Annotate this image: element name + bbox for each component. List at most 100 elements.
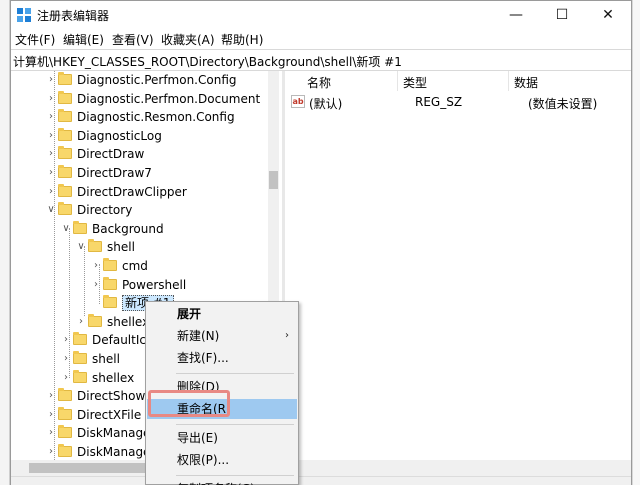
- address-bar[interactable]: 计算机\HKEY_CLASSES_ROOT\Directory\Backgrou…: [11, 49, 631, 71]
- chevron-right-icon[interactable]: ›: [91, 257, 101, 275]
- tree-scroll-thumb[interactable]: [269, 171, 278, 189]
- chevron-right-icon[interactable]: ›: [76, 313, 86, 331]
- folder-icon: [73, 351, 87, 364]
- context-menu-item[interactable]: 导出(E): [147, 428, 297, 448]
- tree-item[interactable]: › DiskManage: [49, 424, 151, 442]
- tree-item[interactable]: › DiagnosticLog: [49, 127, 162, 145]
- tree-item-label: DiskManage: [77, 426, 151, 441]
- tree-item[interactable]: › DirectDraw7: [49, 164, 152, 182]
- values-header: 名称 类型 数据: [285, 71, 631, 91]
- menu-edit[interactable]: 编辑(E): [63, 31, 104, 48]
- tree-item[interactable]: › DiskManage: [49, 443, 151, 460]
- chevron-right-icon[interactable]: ›: [46, 424, 56, 442]
- chevron-right-icon[interactable]: ›: [61, 350, 71, 368]
- context-menu-item[interactable]: 新建(N) ›: [147, 326, 297, 346]
- chevron-right-icon[interactable]: ›: [46, 387, 56, 405]
- close-button[interactable]: ✕: [585, 1, 631, 29]
- context-menu-item[interactable]: 权限(P)...: [147, 450, 297, 470]
- horizontal-scroll-thumb[interactable]: [29, 463, 149, 473]
- values-pane[interactable]: 名称 类型 数据 ab (默认) REG_SZ (数值未设置): [285, 71, 631, 460]
- chevron-right-icon[interactable]: ›: [46, 90, 56, 108]
- tree-item-label: DirectXFile: [77, 407, 142, 422]
- tree-item-label: Diagnostic.Perfmon.Document: [77, 91, 261, 106]
- tree-item-label: shellex: [107, 314, 150, 329]
- folder-icon: [58, 127, 72, 141]
- context-menu-item-label: 查找(F)...: [177, 351, 229, 365]
- horizontal-scrollbar[interactable]: [11, 460, 631, 476]
- chevron-right-icon[interactable]: ›: [46, 71, 56, 89]
- folder-icon: [58, 183, 72, 197]
- context-menu-item[interactable]: 查找(F)...: [147, 348, 297, 368]
- tree-item-label: DirectDrawClipper: [77, 184, 187, 199]
- tree-item[interactable]: › shellex: [64, 369, 134, 387]
- column-separator[interactable]: [397, 71, 398, 91]
- tree-item[interactable]: ∨ Background: [62, 220, 164, 238]
- chevron-right-icon[interactable]: ›: [46, 443, 56, 460]
- background-window-edge-right: [632, 0, 640, 485]
- menu-help[interactable]: 帮助(H): [221, 31, 263, 48]
- tree-item[interactable]: › cmd: [94, 257, 148, 275]
- folder-icon: [58, 388, 72, 402]
- tree-item[interactable]: › Diagnostic.Perfmon.Config: [49, 71, 237, 89]
- context-menu-item-label: 导出(E): [177, 431, 218, 445]
- tree-guide-line: [84, 246, 85, 316]
- address-path[interactable]: 计算机\HKEY_CLASSES_ROOT\Directory\Backgrou…: [13, 53, 402, 70]
- folder-icon: [103, 295, 117, 309]
- folder-icon: [88, 313, 102, 327]
- chevron-right-icon[interactable]: ›: [46, 406, 56, 424]
- tree-item-label: DiskManage: [77, 445, 151, 459]
- tree-item-label: DirectShow: [77, 389, 146, 404]
- tree-item[interactable]: › DirectDrawClipper: [49, 183, 187, 201]
- chevron-right-icon[interactable]: ›: [46, 108, 56, 126]
- folder-icon: [58, 444, 72, 457]
- chevron-right-icon[interactable]: ›: [46, 183, 56, 201]
- tree-item[interactable]: › shell: [64, 350, 120, 368]
- folder-icon: [58, 109, 72, 123]
- tree-item[interactable]: › Diagnostic.Resmon.Config: [49, 108, 235, 126]
- folder-icon: [58, 202, 72, 216]
- column-separator[interactable]: [508, 71, 509, 91]
- background-window-edge: [0, 0, 10, 485]
- tree-item-label: DirectDraw: [77, 147, 145, 162]
- title-bar: 注册表编辑器 — ☐ ✕: [11, 1, 631, 29]
- tree-item[interactable]: › Diagnostic.Perfmon.Document: [49, 90, 261, 108]
- context-menu-item-label: 新建(N): [177, 329, 220, 343]
- chevron-right-icon[interactable]: ›: [46, 164, 56, 182]
- chevron-right-icon[interactable]: ›: [46, 127, 56, 145]
- window-title: 注册表编辑器: [37, 9, 110, 23]
- tree-item[interactable]: ∨ shell: [77, 238, 135, 256]
- chevron-right-icon[interactable]: ›: [91, 276, 101, 294]
- tree-item[interactable]: › DirectXFile: [49, 406, 142, 424]
- folder-icon: [103, 258, 117, 271]
- menu-view[interactable]: 查看(V): [112, 31, 154, 48]
- tree-item[interactable]: › DefaultIco: [64, 331, 153, 349]
- column-type[interactable]: 类型: [403, 74, 427, 91]
- context-menu-item[interactable]: 复制项名称(C): [147, 479, 297, 485]
- menu-separator: [176, 373, 294, 374]
- chevron-right-icon[interactable]: ›: [61, 369, 71, 387]
- chevron-right-icon[interactable]: ›: [46, 145, 56, 163]
- tree-item[interactable]: › DirectShow: [49, 387, 146, 405]
- tree-item[interactable]: › Powershell: [94, 276, 186, 294]
- value-type: REG_SZ: [415, 95, 463, 109]
- maximize-button[interactable]: ☐: [539, 1, 585, 29]
- tree-item[interactable]: ∨ Directory: [47, 201, 133, 219]
- chevron-down-icon[interactable]: ∨: [61, 220, 71, 238]
- menu-favorites[interactable]: 收藏夹(A): [161, 31, 215, 48]
- minimize-button[interactable]: —: [493, 1, 539, 29]
- folder-icon: [58, 165, 72, 178]
- value-row[interactable]: ab (默认) REG_SZ (数值未设置): [285, 93, 631, 111]
- menu-file[interactable]: 文件(F): [15, 31, 55, 48]
- rename-annotation-box: [148, 390, 230, 417]
- context-menu-item[interactable]: 展开: [147, 304, 297, 324]
- tree-item[interactable]: › shellex: [79, 313, 150, 331]
- chevron-right-icon[interactable]: ›: [61, 331, 71, 349]
- context-menu-item-label: 权限(P)...: [177, 453, 230, 467]
- column-data[interactable]: 数据: [514, 74, 538, 91]
- tree-item[interactable]: › DirectDraw: [49, 145, 145, 163]
- chevron-down-icon[interactable]: ∨: [76, 238, 86, 256]
- tree-item-label: Diagnostic.Resmon.Config: [77, 110, 235, 125]
- chevron-down-icon[interactable]: ∨: [46, 201, 56, 219]
- tree-item-label: Directory: [77, 203, 133, 218]
- column-name[interactable]: 名称: [307, 74, 331, 91]
